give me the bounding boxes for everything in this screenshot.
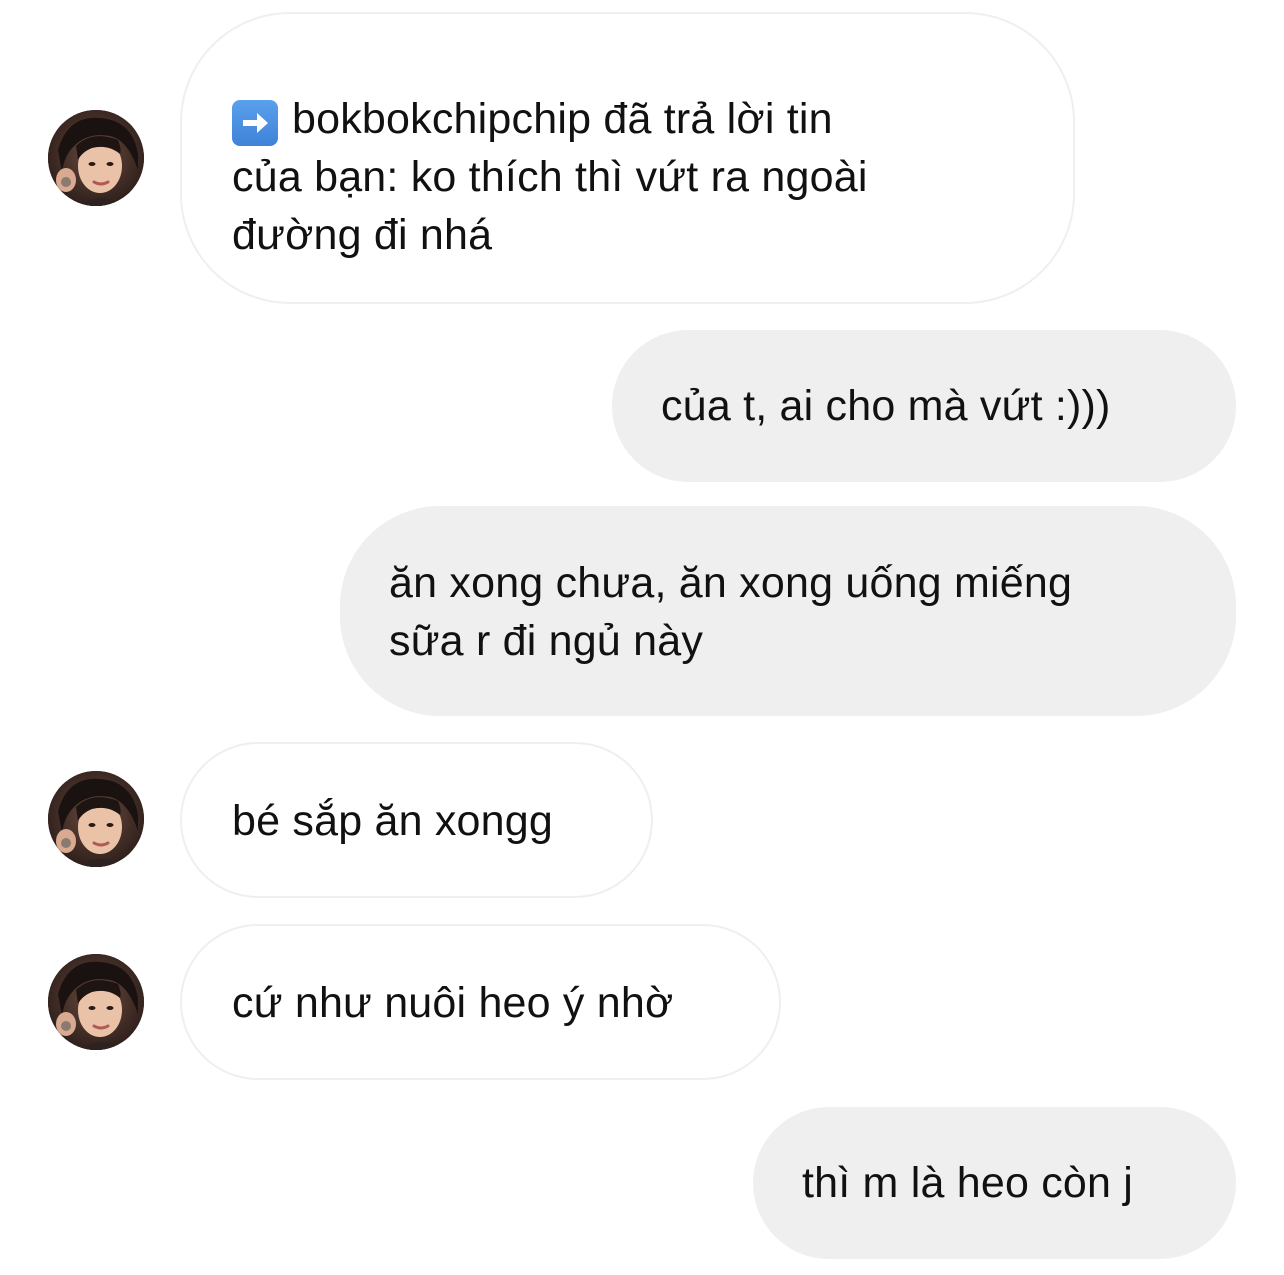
outgoing-message-bubble[interactable]: ăn xong chưa, ăn xong uống miếng sữa r đ… bbox=[340, 506, 1236, 716]
contact-avatar[interactable] bbox=[48, 771, 144, 867]
message-text: ăn xong chưa, ăn xong uống miếng sữa r đ… bbox=[389, 559, 1073, 665]
message-text: của t, ai cho mà vứt :))) bbox=[661, 382, 1111, 430]
outgoing-message-bubble[interactable]: thì m là heo còn j bbox=[753, 1107, 1236, 1259]
message-text: thì m là heo còn j bbox=[802, 1159, 1134, 1207]
right-arrow-emoji-icon bbox=[232, 100, 278, 146]
contact-avatar[interactable] bbox=[48, 110, 144, 206]
message-text: cứ như nuôi heo ý nhờ bbox=[232, 979, 674, 1027]
outgoing-message-bubble[interactable]: của t, ai cho mà vứt :))) bbox=[612, 330, 1236, 482]
message-text: bé sắp ăn xongg bbox=[232, 797, 553, 845]
message-text: bokbokchipchip đã trả lời tin của bạn: k… bbox=[232, 95, 868, 259]
contact-avatar[interactable] bbox=[48, 954, 144, 1050]
incoming-message-bubble[interactable]: bokbokchipchip đã trả lời tin của bạn: k… bbox=[180, 12, 1075, 304]
incoming-message-bubble[interactable]: bé sắp ăn xongg bbox=[180, 742, 653, 898]
incoming-message-bubble[interactable]: cứ như nuôi heo ý nhờ bbox=[180, 924, 781, 1080]
